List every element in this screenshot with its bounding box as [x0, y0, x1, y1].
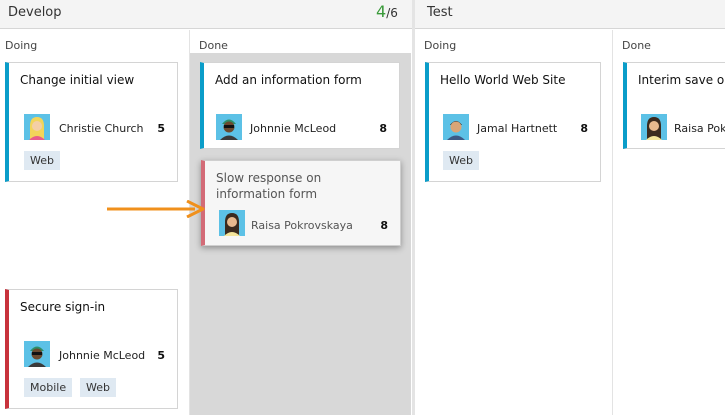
effort-value: 8: [379, 122, 387, 135]
column-header-test-done: Done: [622, 39, 651, 52]
board-header: Develop 4/6 Test: [0, 0, 725, 29]
tag-web[interactable]: Web: [80, 378, 116, 397]
effort-value: 5: [157, 349, 165, 362]
work-item-card[interactable]: Hello World Web Site Jamal Hartnett 8 We…: [425, 62, 601, 182]
tag-web[interactable]: Web: [24, 151, 60, 170]
dragged-work-item-card[interactable]: Slow response on information form Raisa …: [201, 160, 401, 246]
avatar-icon: [443, 114, 469, 140]
lane-title-test[interactable]: Test: [427, 5, 453, 20]
card-title[interactable]: Add an information form: [215, 72, 389, 88]
card-title[interactable]: Slow response on information form: [216, 170, 390, 202]
wip-limit: /6: [386, 6, 398, 20]
effort-value: 5: [157, 122, 165, 135]
assignee-name: Raisa Pok: [674, 122, 725, 135]
avatar-icon: [24, 114, 50, 140]
tag-mobile[interactable]: Mobile: [24, 378, 73, 397]
card-title[interactable]: Secure sign-in: [20, 299, 167, 315]
wip-count: 4/6: [376, 2, 398, 21]
assignee-name: Jamal Hartnett: [477, 122, 558, 135]
avatar-icon: [219, 210, 245, 236]
work-item-card[interactable]: Secure sign-in Johnnie McLeod 5 Mobile W…: [5, 289, 178, 409]
wip-current: 4: [376, 2, 387, 21]
card-title[interactable]: Interim save on l: [638, 72, 725, 88]
effort-value: 8: [380, 219, 388, 232]
card-title[interactable]: Hello World Web Site: [440, 72, 590, 88]
work-item-card[interactable]: Interim save on l Raisa Pok: [623, 62, 725, 149]
effort-value: 8: [580, 122, 588, 135]
lane-divider: [412, 0, 415, 415]
card-title[interactable]: Change initial view: [20, 72, 167, 88]
column-separator: [189, 30, 190, 415]
avatar-icon: [24, 341, 50, 367]
tag-web[interactable]: Web: [443, 151, 479, 170]
column-header-develop-doing: Doing: [5, 39, 38, 52]
column-header-test-doing: Doing: [424, 39, 457, 52]
assignee-name: Johnnie McLeod: [250, 122, 337, 135]
work-item-card[interactable]: Change initial view Christie Church 5 We…: [5, 62, 178, 182]
work-item-card[interactable]: Add an information form Johnnie McLeod 8: [200, 62, 400, 149]
column-separator: [612, 30, 613, 415]
lane-title-develop[interactable]: Develop: [8, 5, 62, 20]
avatar-icon: [216, 114, 242, 140]
assignee-name: Raisa Pokrovskaya: [251, 219, 353, 232]
column-header-develop-done: Done: [199, 39, 228, 52]
assignee-name: Christie Church: [59, 122, 144, 135]
drag-arrow-icon: [107, 200, 205, 218]
avatar-icon: [641, 114, 667, 140]
assignee-name: Johnnie McLeod: [59, 349, 146, 362]
